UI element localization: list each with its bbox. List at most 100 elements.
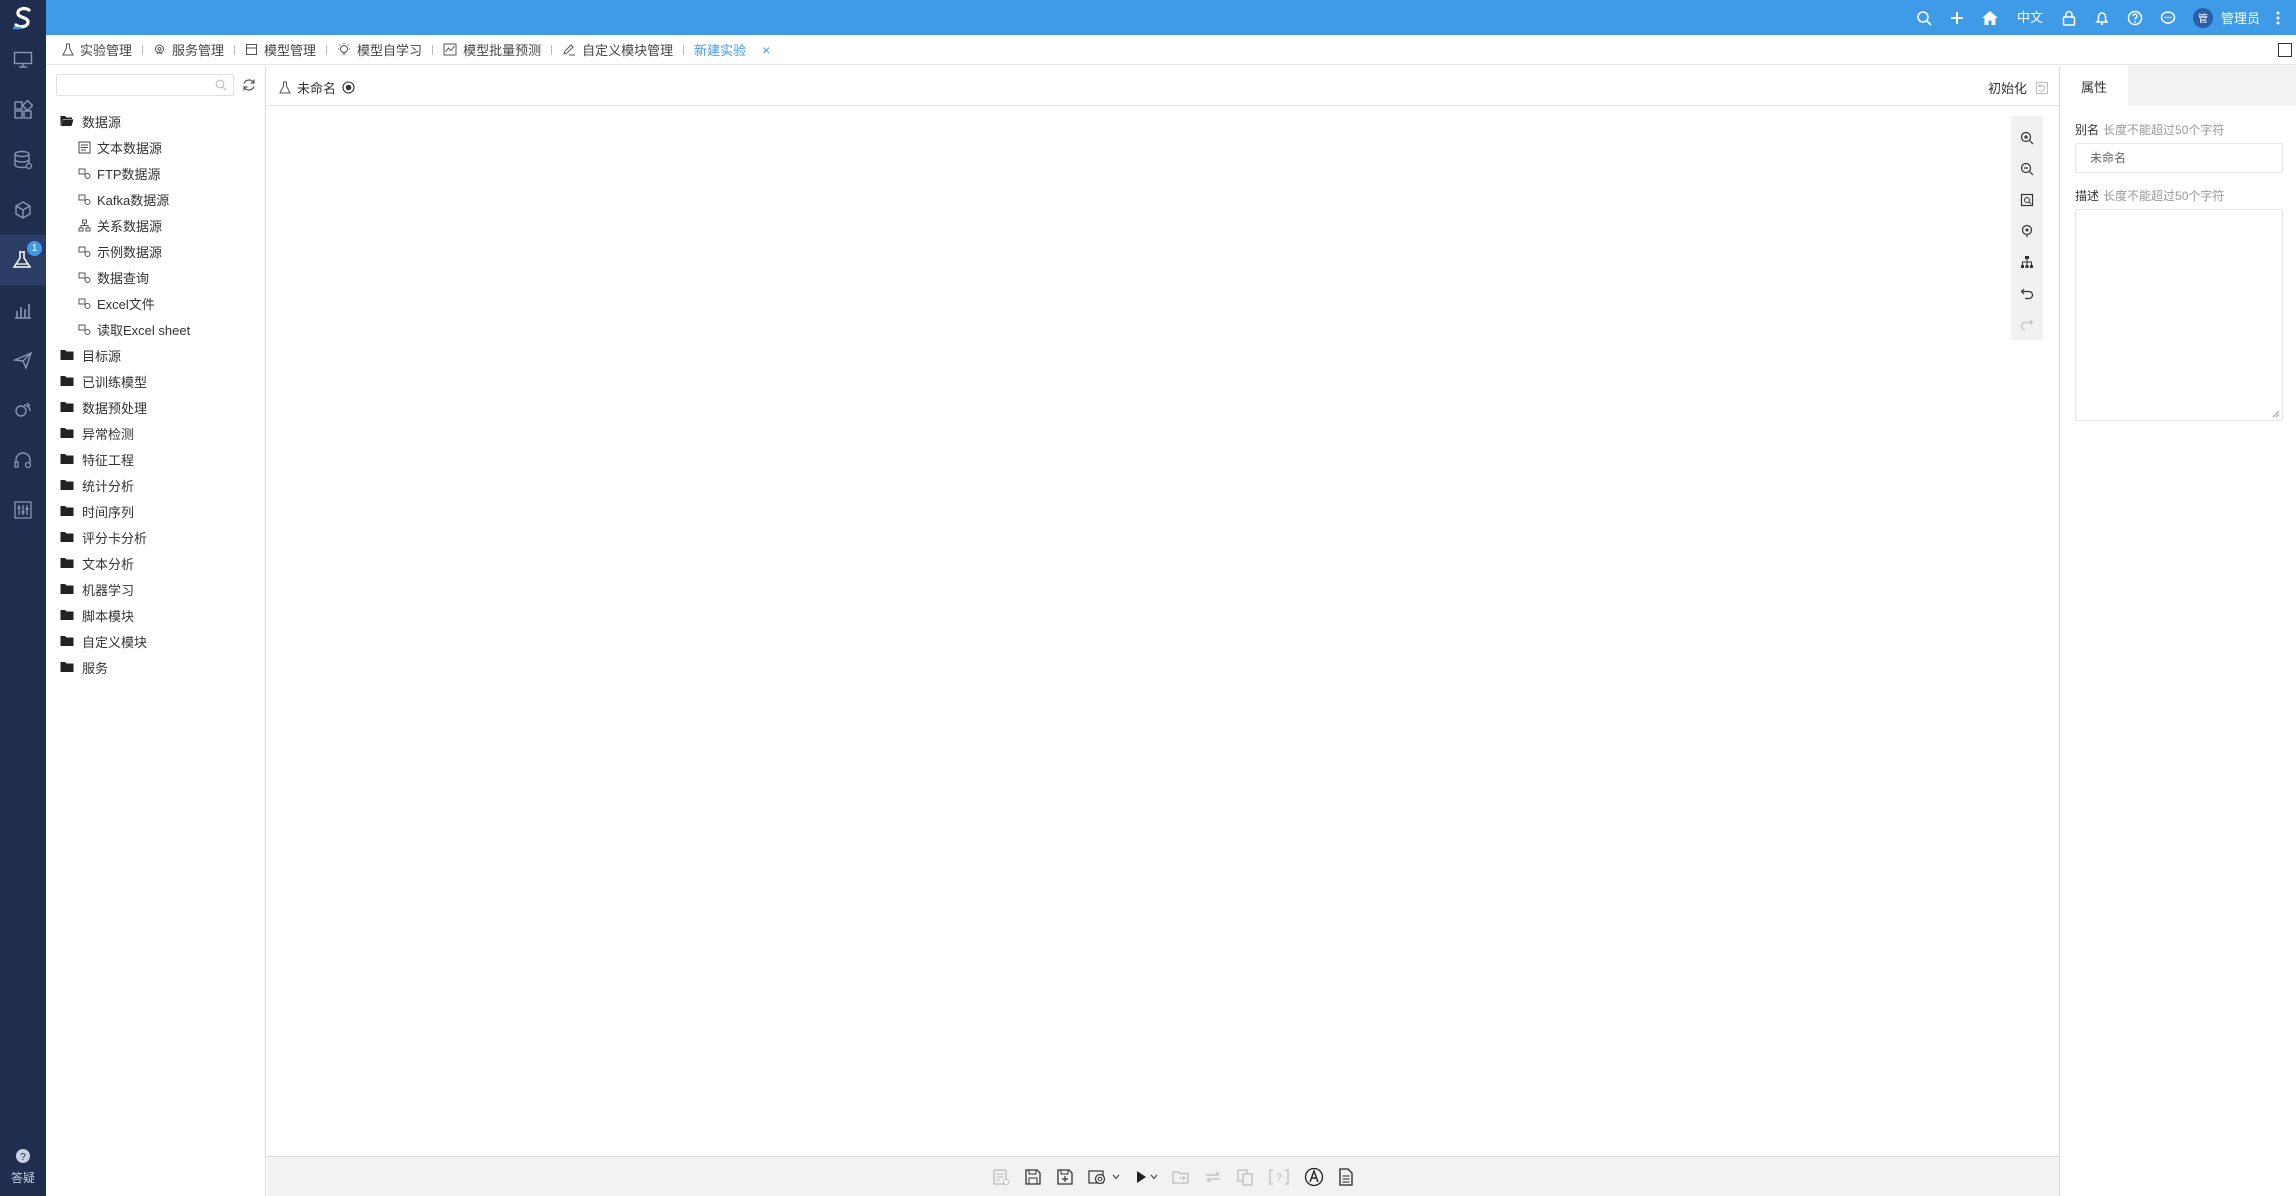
tree-item-text-datasource[interactable]: 文本数据源 xyxy=(60,134,190,160)
more-vertical-icon[interactable] xyxy=(2268,0,2288,35)
bar-chart-icon xyxy=(15,304,31,319)
run-dropdown[interactable] xyxy=(1134,1164,1158,1190)
tree-folder-text-analysis[interactable]: 文本分析 xyxy=(60,550,190,576)
nav-service[interactable] xyxy=(0,385,46,435)
auto-layout-icon[interactable] xyxy=(2011,247,2043,278)
redo-icon[interactable] xyxy=(2011,309,2043,340)
tree-item-kafka-datasource[interactable]: Kafka数据源 xyxy=(60,186,190,212)
tab-properties[interactable]: 属性 xyxy=(2060,66,2128,106)
user-name: 管理员 xyxy=(2220,11,2260,26)
tree-folder-anomaly-detection[interactable]: 异常检测 xyxy=(60,420,190,446)
user-menu[interactable]: 管 管理员 xyxy=(2185,7,2268,28)
tab-custom-module-management[interactable]: 自定义模块管理 xyxy=(562,35,673,65)
tree-item-relational-datasource[interactable]: 关系数据源 xyxy=(60,212,190,238)
zoom-out-icon[interactable] xyxy=(2011,153,2043,184)
logo[interactable] xyxy=(0,0,46,35)
zoom-in-icon[interactable] xyxy=(2011,122,2043,153)
run-settings-dropdown[interactable] xyxy=(1088,1164,1120,1190)
fit-view-icon[interactable] xyxy=(2011,184,2043,215)
sliders-icon xyxy=(14,501,32,519)
service-icon xyxy=(155,44,165,55)
home-icon[interactable] xyxy=(1974,0,2007,35)
nav-publish[interactable] xyxy=(0,335,46,385)
undo-icon[interactable] xyxy=(2011,278,2043,309)
tab-experiment-management[interactable]: 实验管理 xyxy=(62,35,132,65)
auto-annotate-icon[interactable] xyxy=(1304,1164,1324,1190)
headset-icon xyxy=(14,452,32,469)
desc-label-row: 描述 长度不能超过50个字符 xyxy=(2075,187,2224,204)
copy-icon[interactable] xyxy=(1236,1164,1254,1190)
folder-icon xyxy=(60,454,74,464)
locate-icon[interactable] xyxy=(2011,215,2043,246)
tree-item-sample-datasource[interactable]: 示例数据源 xyxy=(60,238,190,264)
experiment-title[interactable]: 未命名 xyxy=(279,78,355,97)
tab-model-management[interactable]: 模型管理 xyxy=(245,35,316,65)
nav-experiment[interactable]: 1 xyxy=(0,235,46,285)
logo-icon xyxy=(12,6,31,29)
tab-batch-prediction[interactable]: 模型批量预测 xyxy=(443,35,541,65)
tree-search-input[interactable] xyxy=(57,75,207,95)
language-switch[interactable]: 中文 xyxy=(2007,0,2053,35)
close-icon[interactable]: × xyxy=(762,42,770,58)
flask-icon xyxy=(279,81,291,94)
description-textarea[interactable] xyxy=(2075,209,2283,421)
maximize-icon[interactable] xyxy=(2278,43,2292,57)
text-file-icon xyxy=(78,141,91,153)
help-bracket-icon[interactable]: ? xyxy=(1268,1164,1290,1190)
database-icon xyxy=(14,150,33,170)
nav-dashboard[interactable] xyxy=(0,85,46,135)
chat-icon[interactable] xyxy=(2152,0,2185,35)
plus-icon[interactable] xyxy=(1941,0,1974,35)
experiment-canvas[interactable] xyxy=(267,107,2059,1156)
nav-support[interactable] xyxy=(0,435,46,485)
tree-folder-statistics[interactable]: 统计分析 xyxy=(60,472,190,498)
document-icon[interactable] xyxy=(1338,1164,1354,1190)
export-icon[interactable] xyxy=(1172,1164,1190,1190)
refresh-icon[interactable] xyxy=(242,78,256,92)
search-icon[interactable] xyxy=(215,79,227,91)
tab-model-self-learning[interactable]: 模型自学习 xyxy=(337,35,422,65)
tree-item-read-excel-sheet[interactable]: 读取Excel sheet xyxy=(60,316,190,342)
left-navigation: 1 ? 答疑 xyxy=(0,35,46,1196)
tab-divider xyxy=(326,44,328,55)
search-icon[interactable] xyxy=(1908,0,1941,35)
nav-data[interactable] xyxy=(0,135,46,185)
bell-icon[interactable] xyxy=(2086,0,2119,35)
tree-folder-machine-learning[interactable]: 机器学习 xyxy=(60,576,190,602)
swap-icon[interactable] xyxy=(1204,1164,1222,1190)
tab-new-experiment[interactable]: 新建实验 × xyxy=(694,35,770,65)
tree-item-label: Kafka数据源 xyxy=(97,192,170,208)
tab-service-management[interactable]: 服务管理 xyxy=(153,35,224,65)
tree-folder-preprocessing[interactable]: 数据预处理 xyxy=(60,394,190,420)
nav-monitor[interactable] xyxy=(0,35,46,85)
tree-folder-services[interactable]: 服务 xyxy=(60,654,190,680)
tree-folder-script-modules[interactable]: 脚本模块 xyxy=(60,602,190,628)
tree-folder-custom-modules[interactable]: 自定义模块 xyxy=(60,628,190,654)
initialize-button[interactable]: 初始化 xyxy=(1988,78,2049,97)
help-icon[interactable] xyxy=(2119,0,2152,35)
tree-folder-time-series[interactable]: 时间序列 xyxy=(60,498,190,524)
nav-model[interactable] xyxy=(0,185,46,235)
nav-help[interactable]: ? 答疑 xyxy=(0,1148,46,1186)
save-icon[interactable] xyxy=(1024,1164,1042,1190)
save-as-icon[interactable] xyxy=(1056,1164,1074,1190)
nav-report[interactable] xyxy=(0,285,46,335)
chevron-down-icon xyxy=(1150,1174,1158,1179)
lock-icon[interactable] xyxy=(2053,0,2086,35)
nav-settings[interactable] xyxy=(0,485,46,535)
tree-folder-target-source[interactable]: 目标源 xyxy=(60,342,190,368)
tree-item-label: Excel文件 xyxy=(97,296,155,312)
tree-folder-datasource[interactable]: 数据源 xyxy=(60,108,190,134)
folder-icon xyxy=(60,584,74,594)
tree-item-data-query[interactable]: 数据查询 xyxy=(60,264,190,290)
properties-doc-icon[interactable] xyxy=(992,1164,1010,1190)
tree-folder-feature-engineering[interactable]: 特征工程 xyxy=(60,446,190,472)
resize-handle-icon[interactable] xyxy=(2272,410,2280,418)
tree-folder-trained-models[interactable]: 已训练模型 xyxy=(60,368,190,394)
alias-input[interactable]: 未命名 xyxy=(2075,143,2283,173)
module-icon xyxy=(78,298,91,309)
tree-folder-scorecard[interactable]: 评分卡分析 xyxy=(60,524,190,550)
tree-item-excel-file[interactable]: Excel文件 xyxy=(60,290,190,316)
tree-item-ftp-datasource[interactable]: FTP数据源 xyxy=(60,160,190,186)
hierarchy-icon xyxy=(78,219,91,231)
